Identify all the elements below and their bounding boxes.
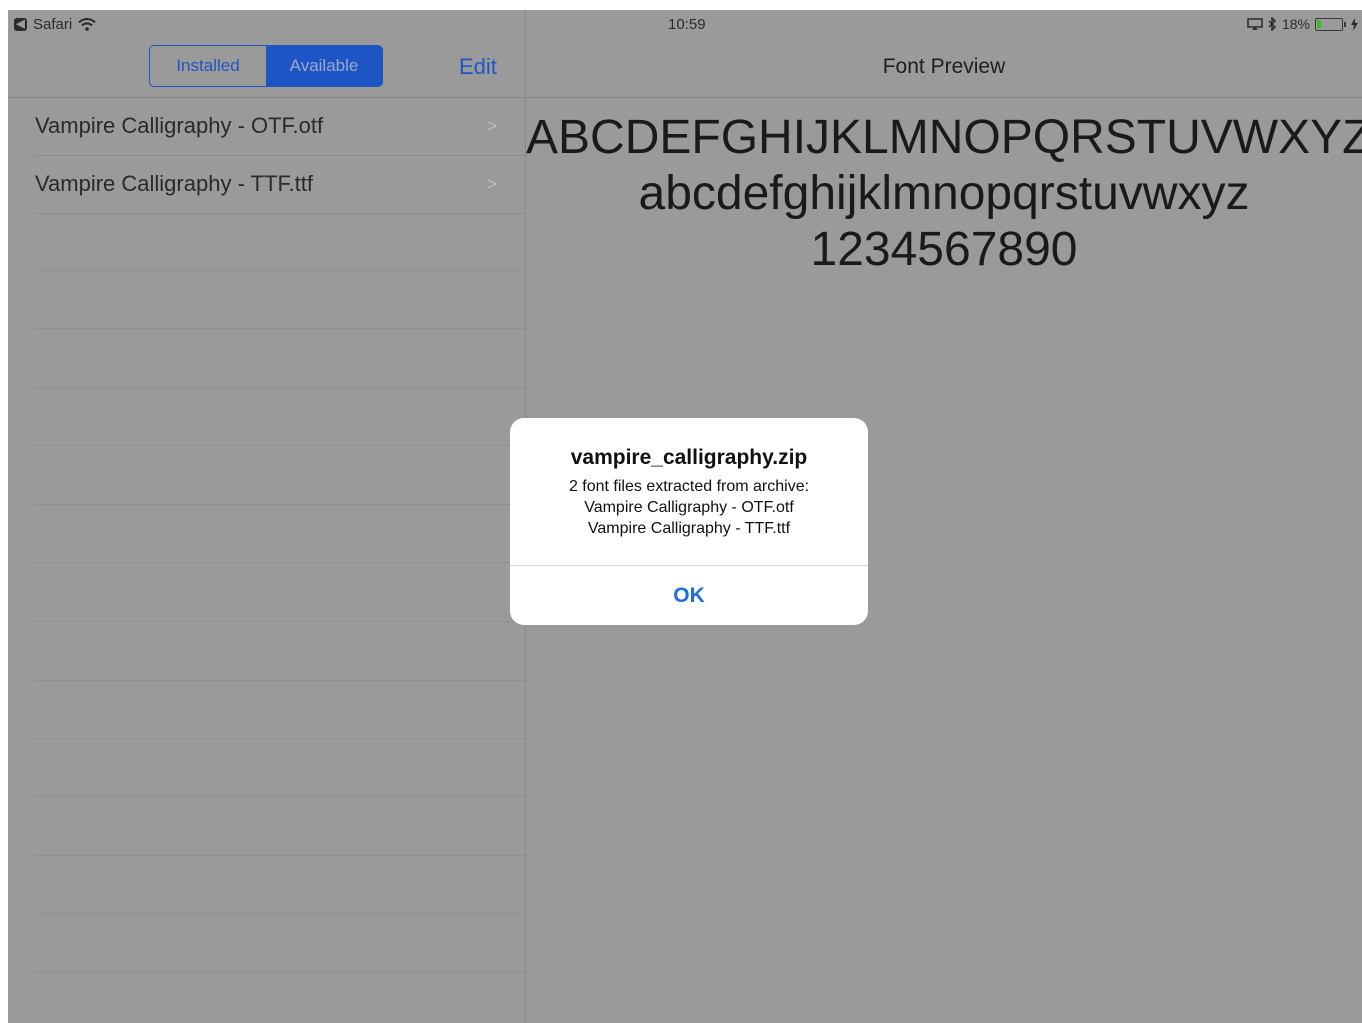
alert-message-line: Vampire Calligraphy - TTF.ttf — [587, 520, 791, 537]
row-divider — [35, 328, 525, 329]
alert-message-line: Vampire Calligraphy - OTF.otf — [584, 499, 794, 516]
alert-message: 2 font files extracted from archive: Vam… — [510, 476, 868, 539]
row-divider — [35, 445, 525, 446]
row-divider — [35, 796, 525, 797]
row-divider — [35, 562, 525, 563]
list-item[interactable]: Vampire Calligraphy - OTF.otf > — [8, 98, 525, 156]
row-divider — [35, 270, 525, 271]
row-divider — [35, 972, 525, 973]
row-divider — [35, 213, 525, 214]
installed-available-segmented-control[interactable]: Installed Available — [149, 45, 383, 87]
edit-button[interactable]: Edit — [459, 54, 497, 80]
alert-dialog: vampire_calligraphy.zip 2 font files ext… — [510, 418, 868, 625]
chevron-right-icon: > — [486, 174, 497, 194]
page-title: Font Preview — [882, 55, 1006, 78]
segment-available[interactable]: Available — [266, 46, 382, 86]
row-divider — [35, 855, 525, 856]
font-list: Vampire Calligraphy - OTF.otf > Vampire … — [8, 98, 525, 214]
chevron-right-icon: > — [486, 116, 497, 136]
row-divider — [35, 680, 525, 681]
font-list-pane: Installed Available Edit Vampire Calligr… — [8, 10, 526, 1023]
segment-installed[interactable]: Installed — [150, 46, 266, 86]
list-item[interactable]: Vampire Calligraphy - TTF.ttf > — [8, 156, 525, 214]
preview-digits: 1234567890 — [810, 223, 1078, 276]
row-divider — [35, 913, 525, 914]
font-file-label: Vampire Calligraphy - TTF.ttf — [35, 171, 313, 196]
ok-button[interactable]: OK — [510, 566, 868, 625]
row-divider — [35, 387, 525, 388]
ipad-screen: ◀ Safari 10:59 18% Installed Available E… — [8, 10, 1362, 1023]
font-preview-sample: ABCDEFGHIJKLMNOPQRSTUVWXYZ abcdefghijklm… — [526, 110, 1362, 278]
preview-lowercase: abcdefghijklmnopqrstuvwxyz — [638, 167, 1250, 220]
header-divider — [526, 97, 1362, 98]
row-divider — [35, 738, 525, 739]
row-divider — [35, 621, 525, 622]
font-file-label: Vampire Calligraphy - OTF.otf — [35, 113, 324, 138]
preview-uppercase: ABCDEFGHIJKLMNOPQRSTUVWXYZ — [526, 111, 1362, 164]
alert-message-line: 2 font files extracted from archive: — [568, 478, 810, 495]
alert-title: vampire_calligraphy.zip — [570, 446, 808, 469]
row-divider — [35, 504, 525, 505]
